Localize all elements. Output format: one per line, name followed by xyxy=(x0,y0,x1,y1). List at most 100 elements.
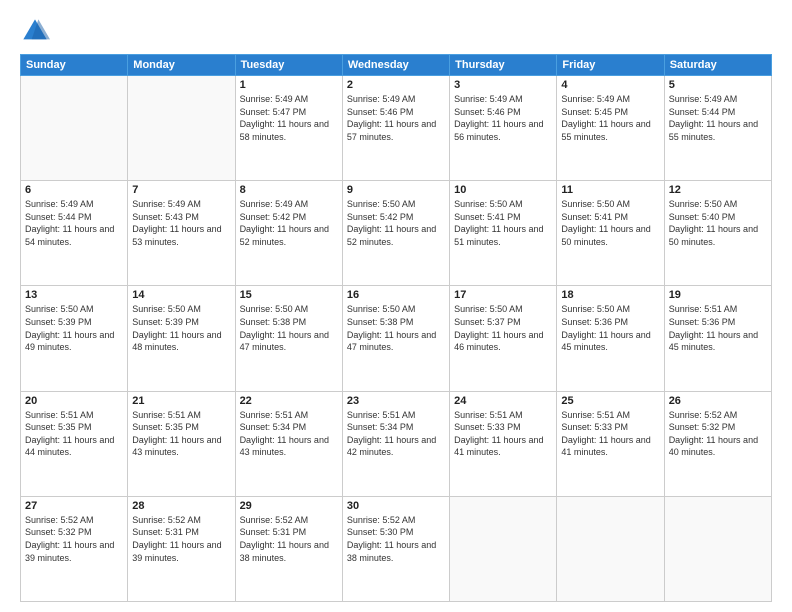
day-info: Sunrise: 5:51 AM Sunset: 5:33 PM Dayligh… xyxy=(454,409,552,459)
day-number: 15 xyxy=(240,289,338,301)
calendar-cell: 20 Sunrise: 5:51 AM Sunset: 5:35 PM Dayli… xyxy=(21,391,128,496)
calendar-cell: 15 Sunrise: 5:50 AM Sunset: 5:38 PM Dayli… xyxy=(235,286,342,391)
calendar-cell: 21Sunrise: 5:51 AM Sunset: 5:35 PM Dayli… xyxy=(128,391,235,496)
calendar-header-row: SundayMondayTuesdayWednesdayThursdayFrid… xyxy=(21,55,772,76)
day-info: Sunrise: 5:50 AM Sunset: 5:36 PM Dayligh… xyxy=(561,303,659,353)
calendar-cell: 17 Sunrise: 5:50 AM Sunset: 5:37 PM Dayli… xyxy=(450,286,557,391)
day-info: Sunrise: 5:50 AM Sunset: 5:42 PM Dayligh… xyxy=(347,198,445,248)
calendar-cell: 26Sunrise: 5:52 AM Sunset: 5:32 PM Dayli… xyxy=(664,391,771,496)
day-number: 20 xyxy=(25,395,123,407)
day-info: Sunrise: 5:51 AM Sunset: 5:34 PM Dayligh… xyxy=(347,409,445,459)
calendar-cell: 25Sunrise: 5:51 AM Sunset: 5:33 PM Dayli… xyxy=(557,391,664,496)
day-number: 4 xyxy=(561,79,659,91)
calendar-cell: 11 Sunrise: 5:50 AM Sunset: 5:41 PM Dayli… xyxy=(557,181,664,286)
day-number: 10 xyxy=(454,184,552,196)
day-info: Sunrise: 5:50 AM Sunset: 5:38 PM Dayligh… xyxy=(240,303,338,353)
calendar-cell xyxy=(450,496,557,601)
calendar-cell: 7 Sunrise: 5:49 AM Sunset: 5:43 PM Daylig… xyxy=(128,181,235,286)
calendar-cell: 16 Sunrise: 5:50 AM Sunset: 5:38 PM Dayli… xyxy=(342,286,449,391)
day-number: 3 xyxy=(454,79,552,91)
day-info: Sunrise: 5:51 AM Sunset: 5:34 PM Dayligh… xyxy=(240,409,338,459)
day-number: 5 xyxy=(669,79,767,91)
header xyxy=(20,16,772,46)
day-info: Sunrise: 5:50 AM Sunset: 5:40 PM Dayligh… xyxy=(669,198,767,248)
weekday-header-monday: Monday xyxy=(128,55,235,76)
day-number: 7 xyxy=(132,184,230,196)
calendar-cell: 28 Sunrise: 5:52 AM Sunset: 5:31 PM Dayli… xyxy=(128,496,235,601)
day-number: 9 xyxy=(347,184,445,196)
calendar-cell: 9 Sunrise: 5:50 AM Sunset: 5:42 PM Daylig… xyxy=(342,181,449,286)
logo-icon xyxy=(20,16,50,46)
day-number: 2 xyxy=(347,79,445,91)
calendar-cell xyxy=(21,76,128,181)
calendar-cell: 2 Sunrise: 5:49 AM Sunset: 5:46 PM Daylig… xyxy=(342,76,449,181)
calendar-cell: 30Sunrise: 5:52 AM Sunset: 5:30 PM Dayli… xyxy=(342,496,449,601)
weekday-header-tuesday: Tuesday xyxy=(235,55,342,76)
weekday-header-sunday: Sunday xyxy=(21,55,128,76)
day-info: Sunrise: 5:49 AM Sunset: 5:47 PM Dayligh… xyxy=(240,93,338,143)
calendar-week-3: 20 Sunrise: 5:51 AM Sunset: 5:35 PM Dayli… xyxy=(21,391,772,496)
day-number: 14 xyxy=(132,289,230,301)
weekday-header-friday: Friday xyxy=(557,55,664,76)
calendar-cell: 23 Sunrise: 5:51 AM Sunset: 5:34 PM Dayli… xyxy=(342,391,449,496)
day-info: Sunrise: 5:52 AM Sunset: 5:30 PM Dayligh… xyxy=(347,514,445,564)
calendar-week-1: 6Sunrise: 5:49 AM Sunset: 5:44 PM Daylig… xyxy=(21,181,772,286)
day-number: 12 xyxy=(669,184,767,196)
day-info: Sunrise: 5:49 AM Sunset: 5:46 PM Dayligh… xyxy=(454,93,552,143)
day-number: 23 xyxy=(347,395,445,407)
day-info: Sunrise: 5:49 AM Sunset: 5:44 PM Dayligh… xyxy=(25,198,123,248)
calendar-cell: 22 Sunrise: 5:51 AM Sunset: 5:34 PM Dayli… xyxy=(235,391,342,496)
calendar-cell: 4 Sunrise: 5:49 AM Sunset: 5:45 PM Daylig… xyxy=(557,76,664,181)
day-number: 22 xyxy=(240,395,338,407)
day-info: Sunrise: 5:51 AM Sunset: 5:35 PM Dayligh… xyxy=(25,409,123,459)
page: SundayMondayTuesdayWednesdayThursdayFrid… xyxy=(0,0,792,612)
calendar-cell: 8 Sunrise: 5:49 AM Sunset: 5:42 PM Daylig… xyxy=(235,181,342,286)
calendar-cell: 13Sunrise: 5:50 AM Sunset: 5:39 PM Dayli… xyxy=(21,286,128,391)
calendar-cell: 29 Sunrise: 5:52 AM Sunset: 5:31 PM Dayli… xyxy=(235,496,342,601)
calendar-cell: 18Sunrise: 5:50 AM Sunset: 5:36 PM Dayli… xyxy=(557,286,664,391)
calendar-cell: 6Sunrise: 5:49 AM Sunset: 5:44 PM Daylig… xyxy=(21,181,128,286)
calendar-cell: 19 Sunrise: 5:51 AM Sunset: 5:36 PM Dayli… xyxy=(664,286,771,391)
day-info: Sunrise: 5:50 AM Sunset: 5:41 PM Dayligh… xyxy=(454,198,552,248)
day-info: Sunrise: 5:51 AM Sunset: 5:36 PM Dayligh… xyxy=(669,303,767,353)
weekday-header-thursday: Thursday xyxy=(450,55,557,76)
day-number: 24 xyxy=(454,395,552,407)
day-number: 13 xyxy=(25,289,123,301)
day-number: 8 xyxy=(240,184,338,196)
day-info: Sunrise: 5:49 AM Sunset: 5:44 PM Dayligh… xyxy=(669,93,767,143)
calendar-cell xyxy=(664,496,771,601)
day-number: 27 xyxy=(25,500,123,512)
calendar-cell xyxy=(128,76,235,181)
day-info: Sunrise: 5:49 AM Sunset: 5:46 PM Dayligh… xyxy=(347,93,445,143)
calendar-week-4: 27 Sunrise: 5:52 AM Sunset: 5:32 PM Dayli… xyxy=(21,496,772,601)
day-info: Sunrise: 5:49 AM Sunset: 5:45 PM Dayligh… xyxy=(561,93,659,143)
day-info: Sunrise: 5:50 AM Sunset: 5:37 PM Dayligh… xyxy=(454,303,552,353)
calendar-cell: 5 Sunrise: 5:49 AM Sunset: 5:44 PM Daylig… xyxy=(664,76,771,181)
day-number: 17 xyxy=(454,289,552,301)
day-number: 29 xyxy=(240,500,338,512)
day-number: 28 xyxy=(132,500,230,512)
calendar-cell: 27 Sunrise: 5:52 AM Sunset: 5:32 PM Dayli… xyxy=(21,496,128,601)
calendar-cell: 1Sunrise: 5:49 AM Sunset: 5:47 PM Daylig… xyxy=(235,76,342,181)
calendar-cell: 12 Sunrise: 5:50 AM Sunset: 5:40 PM Dayli… xyxy=(664,181,771,286)
day-number: 25 xyxy=(561,395,659,407)
day-number: 19 xyxy=(669,289,767,301)
day-info: Sunrise: 5:49 AM Sunset: 5:43 PM Dayligh… xyxy=(132,198,230,248)
calendar-week-2: 13 Sunrise: 5:50 AM Sunset: 5:39 PM Dayli… xyxy=(21,286,772,391)
logo xyxy=(20,16,54,46)
day-info: Sunrise: 5:50 AM Sunset: 5:41 PM Dayligh… xyxy=(561,198,659,248)
day-info: Sunrise: 5:49 AM Sunset: 5:42 PM Dayligh… xyxy=(240,198,338,248)
day-info: Sunrise: 5:52 AM Sunset: 5:31 PM Dayligh… xyxy=(240,514,338,564)
day-number: 26 xyxy=(669,395,767,407)
day-info: Sunrise: 5:52 AM Sunset: 5:32 PM Dayligh… xyxy=(25,514,123,564)
calendar-cell: 14 Sunrise: 5:50 AM Sunset: 5:39 PM Dayli… xyxy=(128,286,235,391)
day-info: Sunrise: 5:52 AM Sunset: 5:31 PM Dayligh… xyxy=(132,514,230,564)
day-number: 16 xyxy=(347,289,445,301)
calendar-week-0: 1Sunrise: 5:49 AM Sunset: 5:47 PM Daylig… xyxy=(21,76,772,181)
weekday-header-wednesday: Wednesday xyxy=(342,55,449,76)
day-info: Sunrise: 5:50 AM Sunset: 5:39 PM Dayligh… xyxy=(132,303,230,353)
calendar-cell: 10 Sunrise: 5:50 AM Sunset: 5:41 PM Dayli… xyxy=(450,181,557,286)
day-info: Sunrise: 5:50 AM Sunset: 5:38 PM Dayligh… xyxy=(347,303,445,353)
day-number: 11 xyxy=(561,184,659,196)
calendar-table: SundayMondayTuesdayWednesdayThursdayFrid… xyxy=(20,54,772,602)
